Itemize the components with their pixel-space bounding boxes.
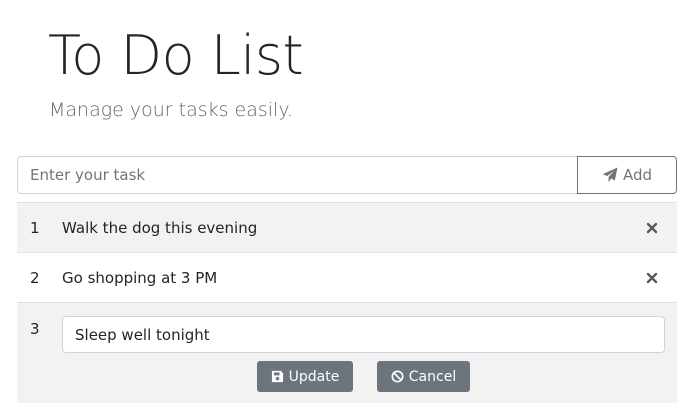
edit-task-input[interactable] — [62, 316, 665, 353]
task-row-editing: 3 Update Cancel — [17, 302, 677, 403]
save-icon — [271, 370, 284, 383]
ban-icon — [391, 370, 404, 383]
add-button[interactable]: Add — [577, 156, 677, 194]
close-icon[interactable] — [645, 269, 659, 287]
page-title: To Do List — [48, 24, 304, 87]
task-row: 2 Go shopping at 3 PM — [17, 252, 677, 302]
cancel-button-label: Cancel — [408, 368, 457, 385]
add-button-label: Add — [622, 166, 653, 184]
close-icon[interactable] — [645, 219, 659, 237]
task-text[interactable]: Go shopping at 3 PM — [62, 269, 217, 287]
page-subtitle: Manage your tasks easily. — [49, 99, 293, 121]
task-row: 1 Walk the dog this evening — [17, 202, 677, 252]
update-button-label: Update — [288, 368, 340, 385]
paper-plane-icon — [602, 167, 618, 183]
cancel-button[interactable]: Cancel — [377, 361, 470, 392]
task-text[interactable]: Walk the dog this evening — [62, 219, 257, 237]
new-task-form: Add — [17, 156, 677, 194]
task-number: 2 — [30, 269, 40, 287]
task-number: 3 — [30, 320, 40, 338]
task-list: 1 Walk the dog this evening 2 Go shoppin… — [17, 202, 677, 403]
update-button[interactable]: Update — [257, 361, 353, 392]
task-input[interactable] — [17, 156, 577, 194]
task-number: 1 — [30, 219, 40, 237]
